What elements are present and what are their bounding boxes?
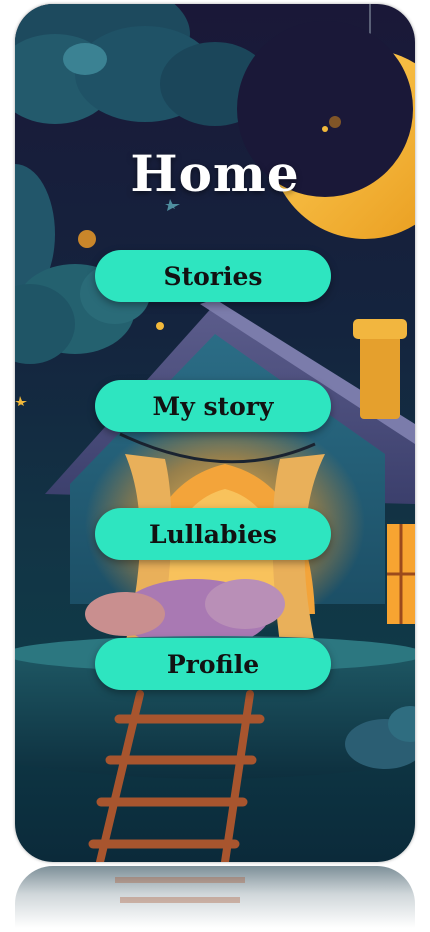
- ladder-reflection: [115, 877, 245, 903]
- house: [45, 299, 415, 649]
- my-story-button[interactable]: My story: [95, 380, 331, 432]
- page-title: Home: [130, 144, 300, 203]
- phone-frame: Home Stories My story Lullabies Profile: [15, 4, 415, 862]
- crescent-moon: [237, 4, 415, 239]
- profile-button[interactable]: Profile: [95, 638, 331, 690]
- cloud-top-left: [15, 4, 270, 126]
- stories-button[interactable]: Stories: [95, 250, 331, 302]
- phone-reflection: [15, 866, 415, 928]
- lullabies-button[interactable]: Lullabies: [95, 508, 331, 560]
- night-treehouse-illustration: [15, 4, 415, 862]
